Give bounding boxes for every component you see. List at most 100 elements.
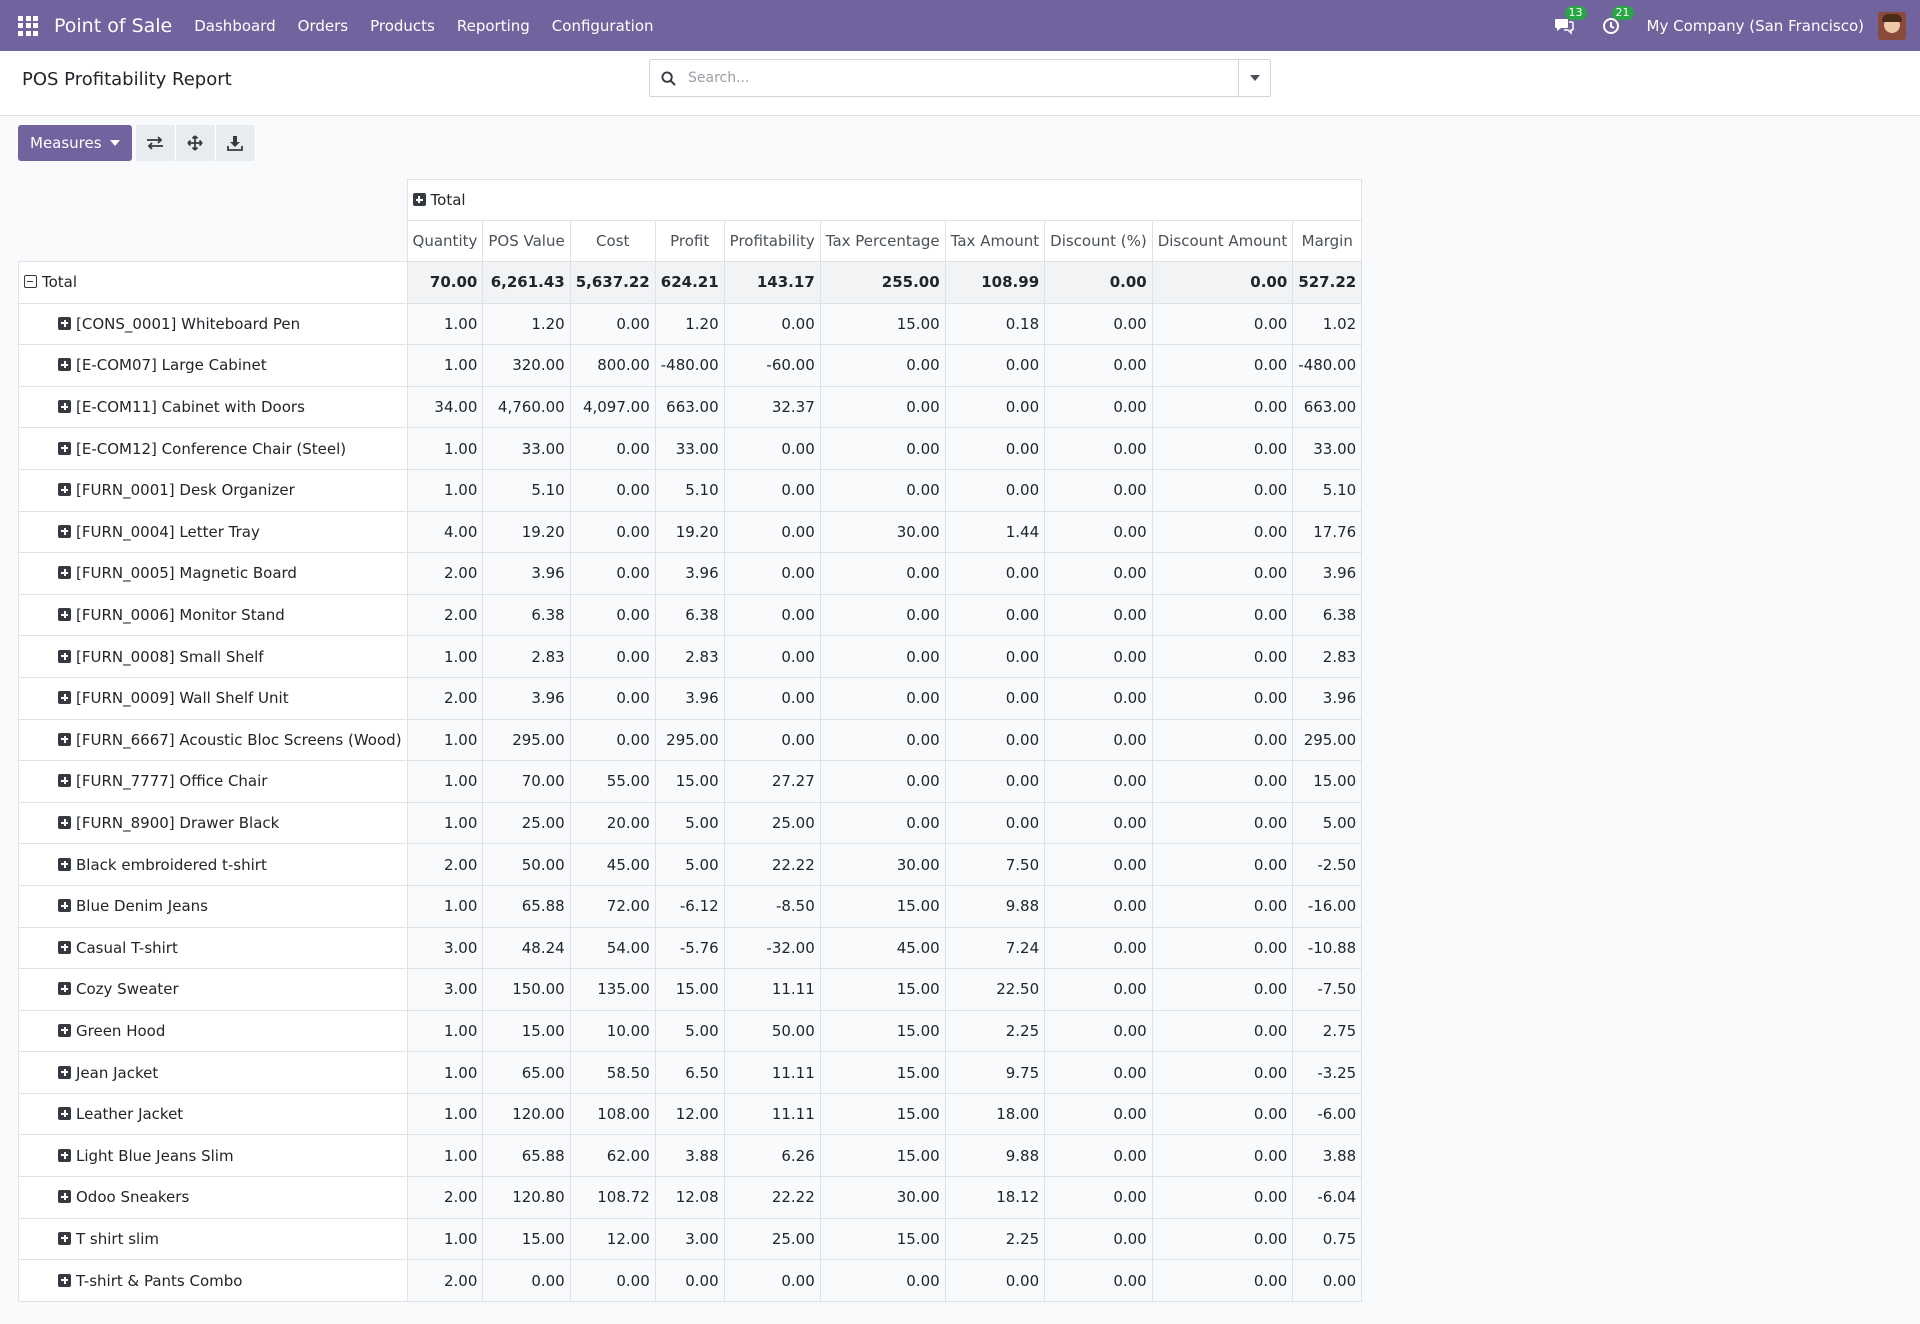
pivot-cell[interactable]: 0.00 [1151,843,1294,886]
pivot-cell[interactable]: 5.10 [1292,468,1363,512]
pivot-cell[interactable]: -6.00 [1292,1092,1363,1136]
pivot-cell[interactable]: -60.00 [723,344,821,387]
pivot-cell[interactable]: 0.00 [819,385,946,429]
pivot-cell[interactable]: 1.00 [406,1092,484,1136]
pivot-cell[interactable]: 1.44 [944,510,1046,554]
pivot-cell[interactable]: 0.00 [1151,593,1294,637]
row-header[interactable]: [FURN_0006] Monitor Stand [18,593,408,637]
pivot-cell[interactable]: 12.00 [569,1217,656,1261]
pivot-cell[interactable]: 1.00 [406,344,484,387]
pivot-cell[interactable]: 15.00 [819,884,946,928]
pivot-cell[interactable]: 1.00 [406,302,484,346]
pivot-cell[interactable]: 2.00 [406,676,484,720]
pivot-cell[interactable]: 0.00 [1044,427,1153,470]
pivot-cell[interactable]: 33.00 [654,427,725,470]
pivot-cell[interactable]: 3.00 [654,1217,725,1261]
pivot-cell[interactable]: 15.00 [819,1009,946,1053]
row-header[interactable]: [FURN_0004] Letter Tray [18,510,408,554]
pivot-cell[interactable]: 108.99 [944,261,1046,304]
row-header[interactable]: T-shirt & Pants Combo [18,1259,408,1302]
pivot-cell[interactable]: 15.00 [819,1051,946,1094]
measure-header-margin[interactable]: Margin [1292,220,1363,262]
pivot-cell[interactable]: 0.00 [723,635,821,678]
pivot-cell[interactable]: 9.75 [944,1051,1046,1094]
pivot-cell[interactable]: 0.00 [1151,801,1294,845]
pivot-cell[interactable]: 45.00 [569,843,656,886]
pivot-cell[interactable]: 3.96 [482,676,571,720]
measure-header-profitability[interactable]: Profitability [723,220,821,262]
pivot-cell[interactable]: 15.00 [819,968,946,1011]
pivot-cell[interactable]: 1.00 [406,760,484,803]
pivot-cell[interactable]: 0.00 [1044,1176,1153,1219]
pivot-cell[interactable]: 50.00 [723,1009,821,1053]
pivot-cell[interactable]: 2.83 [654,635,725,678]
expand-all-button[interactable] [175,125,216,161]
pivot-cell[interactable]: 4.00 [406,510,484,554]
pivot-cell[interactable]: 0.00 [819,593,946,637]
row-header-total[interactable]: Total [18,261,408,304]
pivot-cell[interactable]: 0.00 [819,552,946,595]
pivot-cell[interactable]: 6.38 [482,593,571,637]
pivot-cell[interactable]: 0.75 [1292,1217,1363,1261]
pivot-cell[interactable]: 624.21 [654,261,725,304]
pivot-cell[interactable]: 0.00 [1151,510,1294,554]
pivot-cell[interactable]: 0.00 [1151,968,1294,1011]
pivot-cell[interactable]: 0.00 [1044,261,1153,304]
pivot-cell[interactable]: 0.00 [1044,552,1153,595]
menu-reporting[interactable]: Reporting [457,17,530,35]
pivot-cell[interactable]: 1.20 [654,302,725,346]
pivot-cell[interactable]: 0.00 [819,344,946,387]
row-header[interactable]: Jean Jacket [18,1051,408,1094]
pivot-cell[interactable]: 15.00 [654,760,725,803]
pivot-cell[interactable]: 0.00 [1151,1134,1294,1178]
pivot-cell[interactable]: 6,261.43 [482,261,571,304]
pivot-cell[interactable]: 0.00 [569,593,656,637]
pivot-cell[interactable]: 2.25 [944,1009,1046,1053]
pivot-cell[interactable]: 0.00 [1151,385,1294,429]
pivot-cell[interactable]: 3.96 [482,552,571,595]
pivot-cell[interactable]: -480.00 [1292,344,1363,387]
pivot-cell[interactable]: 0.00 [819,427,946,470]
pivot-cell[interactable]: 0.00 [819,1259,946,1302]
pivot-cell[interactable]: 15.00 [819,1134,946,1178]
pivot-cell[interactable]: 6.50 [654,1051,725,1094]
pivot-cell[interactable]: 30.00 [819,843,946,886]
pivot-cell[interactable]: 0.00 [1151,1217,1294,1261]
row-header[interactable]: [E-COM11] Cabinet with Doors [18,385,408,429]
pivot-cell[interactable]: -6.04 [1292,1176,1363,1219]
pivot-cell[interactable]: 17.76 [1292,510,1363,554]
row-header[interactable]: Leather Jacket [18,1092,408,1136]
pivot-cell[interactable]: 3.96 [1292,676,1363,720]
pivot-cell[interactable]: 0.00 [569,718,656,762]
pivot-cell[interactable]: 2.00 [406,843,484,886]
pivot-cell[interactable]: 0.00 [1044,1134,1153,1178]
pivot-cell[interactable]: 45.00 [819,926,946,970]
download-button[interactable] [215,125,256,161]
pivot-cell[interactable]: 0.00 [723,510,821,554]
pivot-cell[interactable]: 30.00 [819,510,946,554]
pivot-cell[interactable]: 295.00 [1292,718,1363,762]
pivot-cell[interactable]: -8.50 [723,884,821,928]
menu-orders[interactable]: Orders [298,17,348,35]
row-header[interactable]: [FURN_7777] Office Chair [18,760,408,803]
pivot-cell[interactable]: 120.00 [482,1092,571,1136]
pivot-cell[interactable]: 1.00 [406,884,484,928]
pivot-cell[interactable]: 2.00 [406,1176,484,1219]
pivot-cell[interactable]: 62.00 [569,1134,656,1178]
pivot-cell[interactable]: 9.88 [944,884,1046,928]
activity-clock-icon[interactable]: 21 [1600,5,1634,37]
menu-products[interactable]: Products [370,17,435,35]
pivot-cell[interactable]: 0.00 [1044,635,1153,678]
row-header[interactable]: Casual T-shirt [18,926,408,970]
pivot-cell[interactable]: -10.88 [1292,926,1363,970]
pivot-cell[interactable]: -2.50 [1292,843,1363,886]
pivot-cell[interactable]: 0.00 [819,718,946,762]
pivot-cell[interactable]: 0.00 [944,1259,1046,1302]
pivot-cell[interactable]: 0.18 [944,302,1046,346]
pivot-cell[interactable]: 19.20 [482,510,571,554]
pivot-cell[interactable]: 30.00 [819,1176,946,1219]
pivot-cell[interactable]: 25.00 [482,801,571,845]
pivot-cell[interactable]: 0.00 [944,635,1046,678]
pivot-cell[interactable]: 48.24 [482,926,571,970]
pivot-cell[interactable]: 0.00 [1151,1051,1294,1094]
